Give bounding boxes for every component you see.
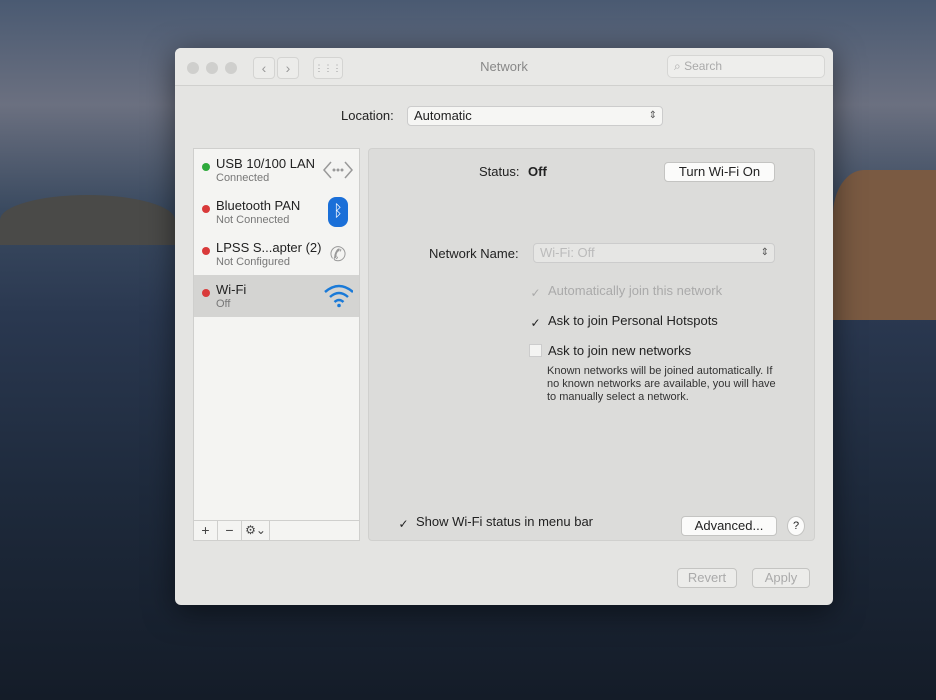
checkmark-icon: ✓: [530, 316, 541, 330]
location-label: Location:: [341, 108, 394, 123]
search-input[interactable]: ⌕ Search: [667, 55, 825, 78]
wifi-icon: [323, 281, 353, 311]
desktop-cliff: [833, 170, 936, 320]
advanced-button[interactable]: Advanced...: [681, 516, 777, 536]
status-dot: [202, 163, 210, 171]
location-value: Automatic: [414, 108, 472, 123]
gear-menu-button[interactable]: ⚙⌄: [242, 521, 270, 540]
network-name-label: Network Name:: [429, 246, 519, 261]
help-text: Known networks will be joined automatica…: [547, 365, 776, 403]
status-dot: [202, 205, 210, 213]
network-preferences-window: ‹ › ⋮⋮⋮ Network ⌕ Search Location: Autom…: [175, 48, 833, 605]
status-label: Status:: [479, 164, 520, 179]
desktop-island: [0, 195, 175, 245]
service-status: Not Configured: [216, 256, 290, 268]
show-wifi-status-checkbox[interactable]: ✓ Show Wi-Fi status in menu bar: [397, 514, 593, 531]
service-item-lpss-adapter[interactable]: LPSS S...apter (2) Not Configured ✆: [194, 233, 359, 275]
stepper-arrows-icon: ⇕: [648, 110, 657, 121]
checkmark-icon: ✓: [398, 517, 409, 531]
search-icon: ⌕: [674, 59, 681, 73]
service-status: Off: [216, 298, 231, 310]
service-name: Bluetooth PAN: [216, 198, 301, 213]
service-status: Not Connected: [216, 214, 290, 226]
status-dot: [202, 289, 210, 297]
bluetooth-icon: ᛒ: [323, 197, 353, 227]
service-item-bluetooth-pan[interactable]: Bluetooth PAN Not Connected ᛒ: [194, 191, 359, 233]
network-name-value: Wi-Fi: Off: [540, 245, 595, 260]
service-name: Wi-Fi: [216, 282, 247, 297]
ethernet-icon: [323, 155, 353, 185]
title-bar: ‹ › ⋮⋮⋮ Network ⌕ Search: [175, 48, 833, 86]
service-name: LPSS S...apter (2): [216, 240, 322, 255]
network-name-select[interactable]: Wi-Fi: Off ⇕: [533, 243, 775, 263]
turn-wifi-on-button[interactable]: Turn Wi-Fi On: [664, 162, 775, 182]
empty-checkbox: [529, 344, 542, 357]
auto-join-checkbox[interactable]: ✓ Automatically join this network: [529, 283, 722, 300]
remove-service-button[interactable]: −: [218, 521, 242, 540]
stepper-arrows-icon: ⇕: [760, 247, 769, 258]
add-service-button[interactable]: +: [194, 521, 218, 540]
ask-hotspots-checkbox[interactable]: ✓ Ask to join Personal Hotspots: [529, 313, 718, 330]
checkmark-icon: ✓: [530, 286, 541, 300]
ask-new-networks-checkbox[interactable]: Ask to join new networks: [529, 343, 691, 358]
help-button[interactable]: ?: [787, 516, 805, 536]
service-list-toolbar: + − ⚙⌄: [194, 520, 359, 540]
status-value: Off: [528, 164, 547, 179]
phone-icon: ✆: [329, 243, 347, 266]
auto-join-label: Automatically join this network: [548, 283, 723, 298]
search-placeholder: Search: [684, 59, 723, 73]
ask-hotspots-label: Ask to join Personal Hotspots: [548, 313, 718, 328]
service-list: USB 10/100 LAN Connected Bluetooth PAN N…: [193, 148, 360, 541]
service-status: Connected: [216, 172, 270, 184]
ask-new-networks-label: Ask to join new networks: [548, 343, 692, 358]
service-item-wifi[interactable]: Wi-Fi Off: [194, 275, 359, 317]
location-select[interactable]: Automatic ⇕: [407, 106, 663, 126]
wifi-detail-panel: Status: Off Turn Wi-Fi On Network Name: …: [368, 148, 815, 541]
status-dot: [202, 247, 210, 255]
service-item-usb-lan[interactable]: USB 10/100 LAN Connected: [194, 149, 359, 191]
show-wifi-status-label: Show Wi-Fi status in menu bar: [416, 514, 594, 529]
apply-button[interactable]: Apply: [752, 568, 810, 588]
service-name: USB 10/100 LAN: [216, 156, 316, 171]
revert-button[interactable]: Revert: [677, 568, 737, 588]
